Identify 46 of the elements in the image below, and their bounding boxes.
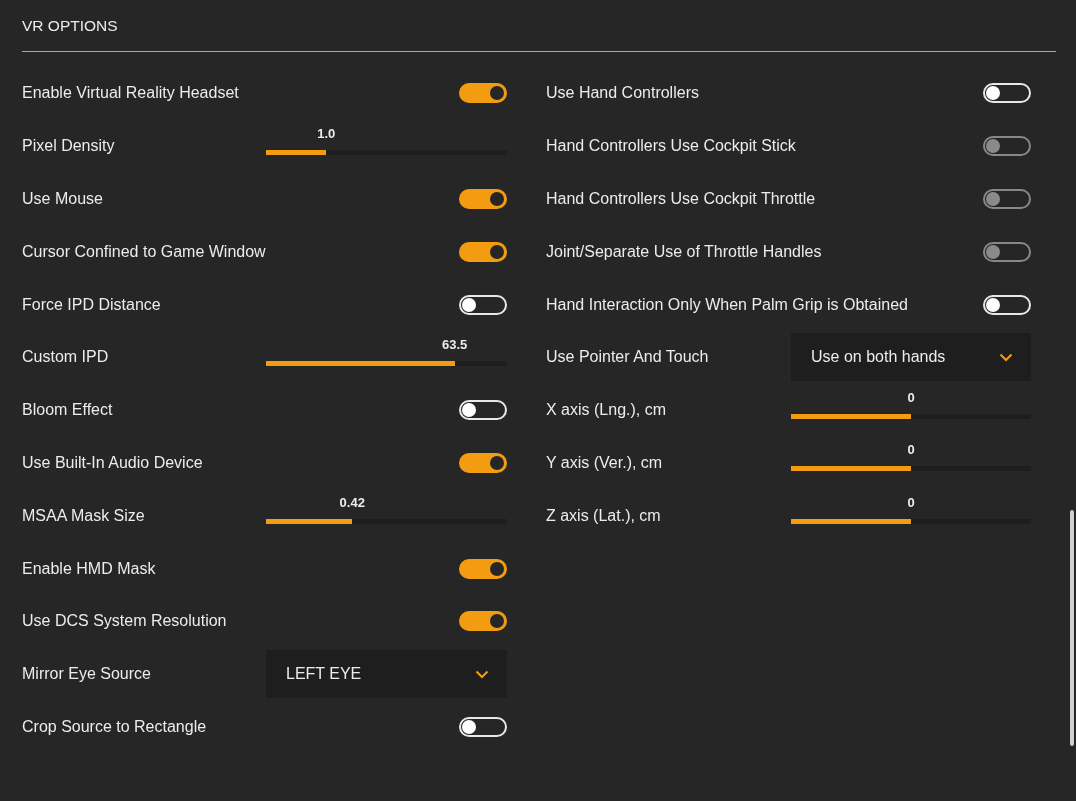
slider-value: 1.0 [317, 125, 336, 141]
setting-label: Force IPD Distance [22, 295, 162, 314]
setting-label: Use Built-In Audio Device [22, 453, 204, 472]
slider-value: 0.42 [339, 495, 365, 511]
setting-label: Pixel Density [22, 137, 116, 156]
setting-label: Use Pointer And Touch [546, 348, 710, 367]
setting-label: Joint/Separate Use of Throttle Handles [546, 242, 822, 261]
toggle-switch[interactable] [459, 83, 507, 104]
setting-label: Use DCS System Resolution [22, 612, 228, 631]
setting-label: Enable Virtual Reality Headset [22, 84, 240, 103]
setting-label: Z axis (Lat.), cm [546, 506, 662, 525]
setting-label: Use Mouse [22, 190, 104, 208]
setting-label: Hand Controllers Use Cockpit Throttle [546, 190, 816, 208]
slider-value: 0 [907, 389, 915, 405]
setting-label: Use Hand Controllers [546, 84, 700, 103]
setting-label: Hand Controllers Use Cockpit Stick [546, 137, 796, 156]
section-title: VR OPTIONS [22, 16, 118, 35]
dropdown[interactable]: Use on both hands [791, 333, 1031, 382]
slider-track[interactable] [791, 519, 1031, 525]
setting-label: Custom IPD [22, 348, 110, 367]
slider-track[interactable] [791, 413, 1031, 419]
setting-label: Enable HMD Mask [22, 559, 157, 578]
slider-value: 0 [907, 442, 915, 458]
toggle-switch[interactable] [459, 558, 507, 579]
setting-label: Cursor Confined to Game Window [22, 242, 266, 261]
slider-value: 63.5 [442, 336, 468, 352]
toggle-switch[interactable] [459, 452, 507, 473]
slider-value: 0 [907, 495, 915, 511]
chevron-down-icon [999, 352, 1013, 362]
setting-label: MSAA Mask Size [22, 506, 146, 525]
dropdown[interactable]: LEFT EYE [266, 650, 507, 699]
setting-label: Bloom Effect [22, 401, 114, 420]
setting-label: X axis (Lng.), cm [546, 401, 668, 420]
slider-track[interactable] [791, 466, 1031, 472]
setting-label: Hand Interaction Only When Palm Grip is Obtained [546, 295, 908, 314]
setting-label: Y axis (Ver.), cm [546, 453, 664, 472]
toggle-switch[interactable] [459, 241, 507, 262]
slider-track[interactable] [266, 360, 507, 366]
setting-label: Mirror Eye Source [22, 665, 152, 684]
slider-track[interactable] [266, 519, 507, 525]
chevron-down-icon [475, 669, 489, 679]
toggle-switch[interactable] [459, 611, 507, 632]
setting-label: Crop Source to Rectangle [22, 717, 208, 736]
toggle-switch[interactable] [459, 189, 507, 209]
scrollbar[interactable] [1070, 510, 1074, 746]
slider-track[interactable] [266, 149, 507, 155]
